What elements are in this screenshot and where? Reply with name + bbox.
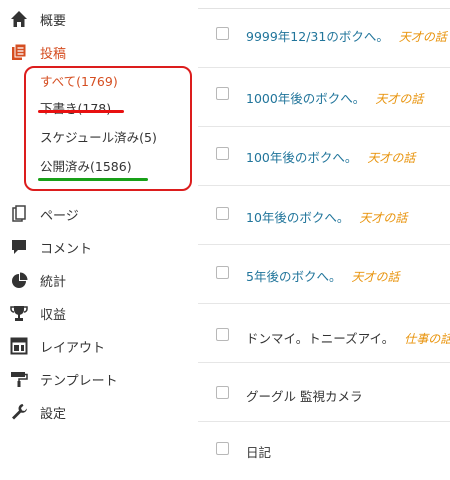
posts-icon xyxy=(9,42,29,62)
submenu-item-scheduled[interactable]: スケジュール済み(5) xyxy=(40,128,157,148)
paint-roller-icon xyxy=(9,369,29,389)
sidebar-item-layout[interactable]: レイアウト xyxy=(0,331,196,361)
post-category[interactable]: 天才の話 xyxy=(351,270,399,284)
post-category[interactable]: 天才の話 xyxy=(375,92,423,106)
row-checkbox[interactable] xyxy=(216,27,229,40)
submenu-item-all[interactable]: すべて(1769) xyxy=(40,72,118,92)
sidebar-item-stats[interactable]: 統計 xyxy=(0,265,196,295)
row-checkbox[interactable] xyxy=(216,87,229,100)
post-title[interactable]: グーグル 監視カメラ xyxy=(246,386,362,405)
post-category[interactable]: 天才の話 xyxy=(399,30,447,44)
sidebar-item-dashboard[interactable]: 概要 xyxy=(0,4,196,34)
sidebar-item-label: テンプレート xyxy=(40,373,118,389)
row-checkbox[interactable] xyxy=(216,442,229,455)
post-list: 9999年12/31のボクへ。 天才の話 1000年後のボクへ。 天才の話 100年… xyxy=(198,0,450,460)
post-title[interactable]: 日記 xyxy=(246,442,271,461)
pages-icon xyxy=(9,204,29,224)
post-title[interactable]: 10年後のボクへ。 天才の話 xyxy=(246,207,407,226)
row-checkbox[interactable] xyxy=(216,147,229,160)
post-title[interactable]: 9999年12/31のボクへ。 天才の話 xyxy=(246,26,447,45)
table-row: 10年後のボクへ。 天才の話 xyxy=(198,186,450,245)
sidebar-item-label: 収益 xyxy=(40,307,67,323)
sidebar-item-label: コメント xyxy=(40,241,93,257)
sidebar-item-label: 設定 xyxy=(40,406,67,422)
table-row: ドンマイ。トニーズアイ。 仕事の話 xyxy=(198,304,450,363)
post-title[interactable]: ドンマイ。トニーズアイ。 仕事の話 xyxy=(246,328,450,347)
sidebar-item-comments[interactable]: コメント xyxy=(0,232,196,262)
sidebar-item-settings[interactable]: 設定 xyxy=(0,397,196,427)
home-icon xyxy=(9,9,29,29)
row-checkbox[interactable] xyxy=(216,328,229,341)
sidebar-item-label: 概要 xyxy=(40,13,67,29)
table-row: 日記 xyxy=(198,422,450,480)
sidebar-item-earnings[interactable]: 収益 xyxy=(0,298,196,328)
submenu-item-published[interactable]: 公開済み(1586) xyxy=(40,157,132,177)
sidebar-item-pages[interactable]: ページ xyxy=(0,199,196,229)
table-row: 100年後のボクへ。 天才の話 xyxy=(198,127,450,186)
sidebar-item-label: レイアウト xyxy=(40,340,106,356)
row-checkbox[interactable] xyxy=(216,386,229,399)
sidebar-item-posts[interactable]: 投稿 xyxy=(0,37,196,67)
post-title[interactable]: 1000年後のボクへ。 天才の話 xyxy=(246,88,423,107)
submenu-item-drafts[interactable]: 下書き(178) xyxy=(40,99,111,119)
published-underline xyxy=(38,178,148,181)
table-row: 5年後のボクへ。 天才の話 xyxy=(198,245,450,304)
post-category[interactable]: 天才の話 xyxy=(367,151,415,165)
wrench-icon xyxy=(9,402,29,422)
row-checkbox[interactable] xyxy=(216,266,229,279)
post-title[interactable]: 100年後のボクへ。 天才の話 xyxy=(246,147,415,166)
table-row: 1000年後のボクへ。 天才の話 xyxy=(198,68,450,127)
pie-chart-icon xyxy=(9,270,29,290)
post-category[interactable]: 仕事の話 xyxy=(404,332,450,346)
row-checkbox[interactable] xyxy=(216,207,229,220)
layout-icon xyxy=(9,336,29,356)
table-row: 9999年12/31のボクへ。 天才の話 xyxy=(198,9,450,68)
drafts-underline xyxy=(38,110,124,113)
sidebar-item-label: 投稿 xyxy=(40,46,67,62)
comment-icon xyxy=(9,237,29,257)
sidebar: 概要 投稿 すべて(1769) 下書き(178) スケジュール済み(5) 公開済… xyxy=(0,0,196,450)
sidebar-item-label: ページ xyxy=(40,208,79,224)
table-row: グーグル 監視カメラ xyxy=(198,363,450,422)
sidebar-item-label: 統計 xyxy=(40,274,67,290)
sidebar-item-template[interactable]: テンプレート xyxy=(0,364,196,394)
post-title[interactable]: 5年後のボクへ。 天才の話 xyxy=(246,266,399,285)
trophy-icon xyxy=(9,303,29,323)
post-category[interactable]: 天才の話 xyxy=(359,211,407,225)
